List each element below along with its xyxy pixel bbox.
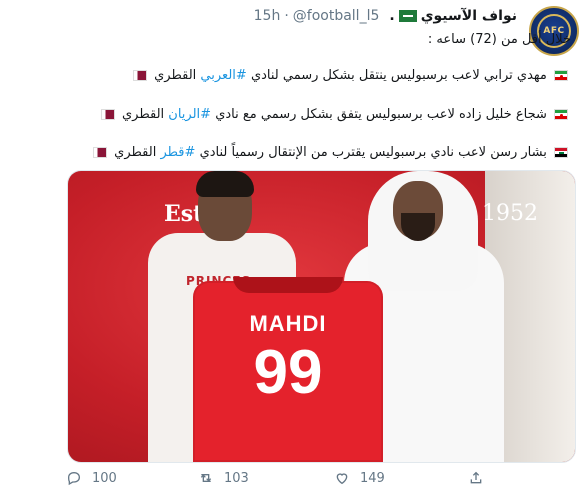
qatar-flag-icon xyxy=(132,70,147,81)
news-line-1-text: مهدي ترابي لاعب برسبوليس ينتقل بشكل رسمي… xyxy=(250,68,547,83)
like-count: 149 xyxy=(360,470,385,486)
qatar-flag-icon xyxy=(100,109,115,120)
jersey-name: MAHDI xyxy=(249,311,327,336)
hashtag-alrayyan[interactable]: #الريان xyxy=(168,107,211,122)
jersey-number: 99 xyxy=(253,338,323,407)
tweet-photo[interactable]: Est 1952 PRINCES MAHDI 99 xyxy=(67,170,576,463)
reply-icon xyxy=(67,471,81,486)
tweet[interactable]: AFC نواف الآسيوي . @football_l5 · 15h خل… xyxy=(0,0,587,487)
share-icon xyxy=(470,471,482,484)
news-line-2-text: شجاع خليل زاده لاعب برسبوليس يتفق بشكل ر… xyxy=(215,107,547,122)
news-line-3-text: بشار رسن لاعب نادي برسبوليس يقترب من الإ… xyxy=(199,145,547,160)
retweet-icon xyxy=(200,474,212,482)
news-line-3: بشار رسن لاعب نادي برسبوليس يقترب من الإ… xyxy=(90,143,571,163)
news-line-1: مهدي ترابي لاعب برسبوليس ينتقل بشكل رسمي… xyxy=(130,66,571,86)
share-button[interactable] xyxy=(468,470,494,486)
retweet-count: 103 xyxy=(224,470,249,486)
intro-line: خلال أقل من (72) ساعه : xyxy=(427,32,571,47)
iran-flag-icon xyxy=(554,70,568,81)
reply-count: 100 xyxy=(92,470,117,486)
hashtag-qatar[interactable]: #قطر xyxy=(160,145,195,160)
retweet-button[interactable]: 103 xyxy=(198,470,249,486)
iran-flag-icon xyxy=(554,109,568,120)
tweet-header: نواف الآسيوي . @football_l5 · 15h xyxy=(254,8,517,24)
separator: · xyxy=(284,8,289,24)
news-line-2-suffix: القطري xyxy=(121,107,165,122)
crest-year-text: 1952 xyxy=(482,201,538,226)
author-handle[interactable]: @football_l5 xyxy=(293,8,380,24)
news-line-1-suffix: القطري xyxy=(154,68,197,83)
like-icon xyxy=(336,473,348,485)
player-hair xyxy=(196,171,254,197)
tweet-time[interactable]: 15h xyxy=(254,8,281,24)
like-button[interactable]: 149 xyxy=(334,470,385,486)
hashtag-alarabi[interactable]: #العربي xyxy=(200,68,246,83)
saudi-flag-icon xyxy=(398,10,417,22)
author-name[interactable]: نواف الآسيوي xyxy=(421,8,517,24)
club-jersey: MAHDI 99 xyxy=(193,277,383,462)
name-period: . xyxy=(389,8,395,24)
tweet-actions: 100 103 149 xyxy=(66,470,586,487)
news-line-3-suffix: القطري xyxy=(114,145,157,160)
reply-button[interactable]: 100 xyxy=(66,470,117,486)
iraq-flag-icon xyxy=(554,147,568,158)
news-line-2: شجاع خليل زاده لاعب برسبوليس يتفق بشكل ر… xyxy=(98,105,571,125)
qatar-flag-icon xyxy=(93,147,108,158)
